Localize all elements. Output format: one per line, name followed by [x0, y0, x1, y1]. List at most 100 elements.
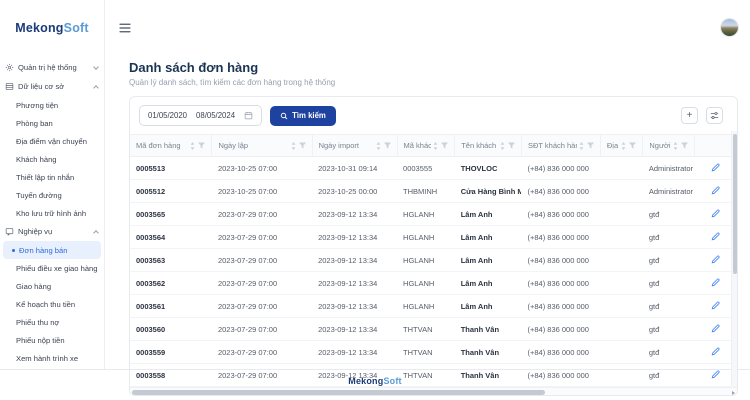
sidebar-group-label: Dữ liệu cơ sở [18, 82, 90, 91]
table-cell: 0003558 [130, 364, 212, 387]
pagination: Số dòng trên trang 10 Trang 2 / 15 «‹›» [129, 396, 738, 400]
sidebar-item[interactable]: Phiếu thu nợ [0, 313, 104, 331]
table-row: 00035582023-07-29 07:002023-09-12 13:34T… [130, 364, 737, 387]
edit-pencil-icon[interactable] [711, 232, 720, 241]
sidebar-item[interactable]: Phiếu điều xe giao hàng [0, 259, 104, 277]
table-cell: (+84) 836 000 000 [521, 203, 600, 226]
sidebar-item[interactable]: Xem hành trình xe [0, 349, 104, 367]
filter-icon[interactable] [629, 142, 636, 149]
table-cell [600, 295, 642, 318]
page-subtitle: Quản lý danh sách, tìm kiếm các đơn hàng… [129, 78, 738, 87]
table-cell: Lâm Anh [455, 226, 522, 249]
filter-icon[interactable] [198, 142, 205, 149]
table-cell: (+84) 836 000 000 [521, 318, 600, 341]
table-cell: 2023-09-12 13:34 [312, 318, 397, 341]
filter-icon[interactable] [384, 142, 391, 149]
column-header[interactable]: Mã khách hàng [397, 135, 455, 157]
sidebar-item[interactable]: Phương tiện [0, 96, 104, 114]
column-header[interactable]: Địa chỉ [600, 135, 642, 157]
column-header[interactable]: Ngày lập [212, 135, 312, 157]
edit-pencil-icon[interactable] [711, 347, 720, 356]
sidebar-group-label: Quản trị hệ thống [18, 63, 90, 72]
table-row: 00035612023-07-29 07:002023-09-12 13:34H… [130, 295, 737, 318]
table-cell: 0005512 [130, 180, 212, 203]
filter-icon[interactable] [441, 142, 448, 149]
table-cell: Administrator [643, 180, 695, 203]
sort-icon[interactable] [500, 142, 505, 150]
filter-icon[interactable] [681, 142, 688, 149]
sidebar-item[interactable]: Tuyến đường [0, 186, 104, 204]
edit-pencil-icon[interactable] [711, 301, 720, 310]
user-avatar[interactable] [721, 19, 738, 36]
sidebar-item[interactable]: Thiết lập tin nhắn [0, 168, 104, 186]
horizontal-scrollbar-thumb[interactable] [132, 390, 545, 395]
sidebar-item-label: Kho lưu trữ hình ảnh [16, 209, 86, 218]
filter-icon[interactable] [508, 142, 515, 149]
column-header[interactable]: Tên khách hàng [455, 135, 522, 157]
table-cell: 0003563 [130, 249, 212, 272]
column-header[interactable]: SĐT khách hàng [521, 135, 600, 157]
table-cell: 0003561 [130, 295, 212, 318]
date-range-picker[interactable]: 01/05/2020 08/05/2024 [139, 105, 262, 126]
table-cell: gtđ [643, 272, 695, 295]
edit-pencil-icon[interactable] [711, 255, 720, 264]
sidebar-group-base-data[interactable]: Dữ liệu cơ sở [0, 77, 104, 96]
sort-icon[interactable] [291, 142, 296, 150]
date-to-value[interactable]: 08/05/2024 [196, 111, 235, 120]
sidebar-item[interactable]: Khách hàng [0, 150, 104, 168]
table-cell: 2023-10-25 07:00 [212, 180, 312, 203]
table-cell: HGLANH [397, 295, 455, 318]
table-cell: 2023-09-12 13:34 [312, 249, 397, 272]
sidebar-item[interactable]: Giao hàng [0, 277, 104, 295]
sidebar-item[interactable]: Phiếu nộp tiền [0, 331, 104, 349]
table-cell [600, 318, 642, 341]
table-header-row: Mã đơn hàngNgày lậpNgày importMã khách h… [130, 135, 737, 157]
column-header[interactable]: Người lập [643, 135, 695, 157]
filter-icon[interactable] [299, 142, 306, 149]
sort-icon[interactable] [190, 142, 195, 150]
sliders-icon [710, 111, 719, 120]
chevron-down-icon [93, 64, 99, 70]
table-cell: (+84) 836 000 000 [521, 341, 600, 364]
sort-icon[interactable] [673, 142, 678, 150]
sort-icon[interactable] [433, 142, 438, 150]
gear-icon [5, 63, 14, 72]
table-row: 00035642023-07-29 07:002023-09-12 13:34H… [130, 226, 737, 249]
page-title: Danh sách đơn hàng [129, 60, 738, 75]
date-from-value[interactable]: 01/05/2020 [148, 111, 187, 120]
edit-pencil-icon[interactable] [711, 370, 720, 379]
column-header[interactable]: Ngày import [312, 135, 397, 157]
sidebar: Quản trị hệ thống Dữ liệu cơ sở Phương tiệ… [0, 55, 105, 369]
edit-pencil-icon[interactable] [711, 278, 720, 287]
column-header-label: Địa chỉ [607, 141, 619, 150]
sidebar-item[interactable]: Kế hoạch thu tiền [0, 295, 104, 313]
sidebar-group-system-admin[interactable]: Quản trị hệ thống [0, 58, 104, 77]
edit-pencil-icon[interactable] [711, 186, 720, 195]
search-button[interactable]: Tìm kiếm [270, 106, 336, 126]
edit-pencil-icon[interactable] [711, 209, 720, 218]
sort-icon[interactable] [579, 142, 584, 150]
sidebar-group-operations[interactable]: Nghiệp vụ [0, 222, 104, 241]
vertical-scrollbar[interactable] [731, 131, 737, 386]
table-cell: gtđ [643, 318, 695, 341]
filter-icon[interactable] [587, 142, 594, 149]
table-cell [600, 157, 642, 180]
table-cell: Thanh Vân [455, 364, 522, 387]
column-settings-button[interactable] [706, 107, 723, 124]
sidebar-item[interactable]: Kho lưu trữ hình ảnh [0, 204, 104, 222]
horizontal-scrollbar[interactable] [130, 387, 737, 395]
table-toolbar: 01/05/2020 08/05/2024 Tìm kiếm + [130, 97, 737, 134]
edit-pencil-icon[interactable] [711, 163, 720, 172]
table-row: 00055122023-10-25 07:002023-10-25 00:00T… [130, 180, 737, 203]
add-button[interactable]: + [681, 107, 698, 124]
sort-icon[interactable] [376, 142, 381, 150]
vertical-scrollbar-thumb[interactable] [733, 134, 737, 274]
search-icon [280, 112, 288, 120]
column-header[interactable]: Mã đơn hàng [130, 135, 212, 157]
sidebar-item-active[interactable]: Đơn hàng bán [3, 241, 101, 259]
sidebar-item[interactable]: Phòng ban [0, 114, 104, 132]
sidebar-toggle-button[interactable] [117, 21, 133, 35]
sidebar-item[interactable]: Địa điểm vận chuyển [0, 132, 104, 150]
sort-icon[interactable] [621, 142, 626, 150]
edit-pencil-icon[interactable] [711, 324, 720, 333]
